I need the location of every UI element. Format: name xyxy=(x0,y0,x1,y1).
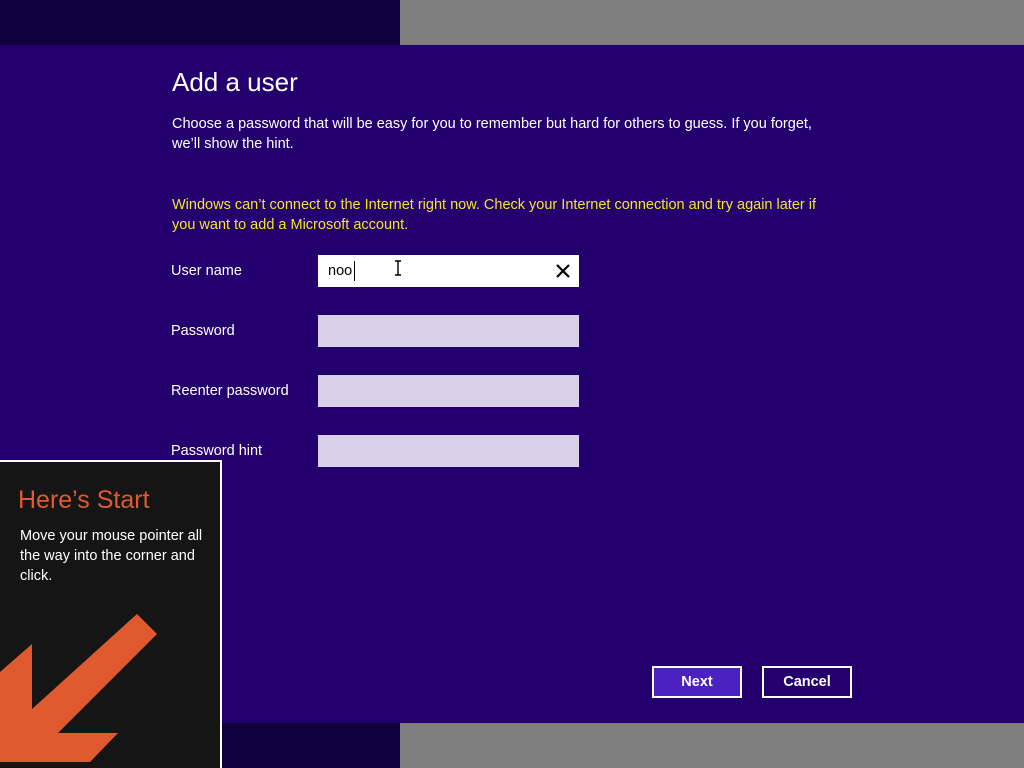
text-caret xyxy=(354,261,355,281)
username-value: noo xyxy=(328,263,353,279)
password-label: Password xyxy=(171,323,235,339)
page-title: Add a user xyxy=(172,67,298,97)
close-icon[interactable] xyxy=(553,261,573,281)
background-top-left xyxy=(0,0,400,45)
start-tip-overlay: Here’s Start Move your mouse pointer all… xyxy=(0,460,222,768)
start-tip-body: Move your mouse pointer all the way into… xyxy=(20,528,203,584)
password-field[interactable] xyxy=(318,315,579,347)
text-cursor-icon xyxy=(395,260,401,276)
dialog-description: Choose a password that will be easy for … xyxy=(172,116,812,152)
cancel-button[interactable]: Cancel xyxy=(762,666,852,698)
screen: Add a user Choose a password that will b… xyxy=(0,0,1024,768)
connection-warning: Windows can’t connect to the Internet ri… xyxy=(172,197,816,233)
arrow-down-left-icon xyxy=(0,614,157,762)
reenter-password-label: Reenter password xyxy=(171,383,289,399)
next-button[interactable]: Next xyxy=(652,666,742,698)
username-field[interactable]: noo xyxy=(318,255,579,287)
password-hint-label: Password hint xyxy=(171,443,263,459)
password-hint-field[interactable] xyxy=(318,435,579,467)
start-tip-title: Here’s Start xyxy=(18,486,150,514)
reenter-password-field[interactable] xyxy=(318,375,579,407)
username-label: User name xyxy=(171,263,242,279)
